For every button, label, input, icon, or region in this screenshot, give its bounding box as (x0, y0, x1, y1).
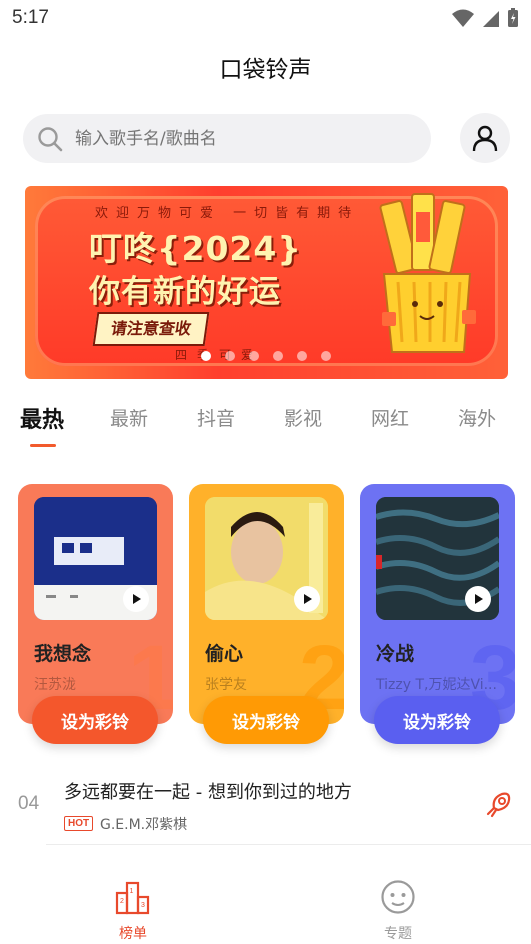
banner-dot[interactable] (201, 351, 211, 361)
song-title: 偷心 (205, 643, 244, 665)
play-button[interactable] (123, 586, 149, 612)
set-ringback-button[interactable]: 设为彩铃 (374, 696, 500, 744)
play-button[interactable] (294, 586, 320, 612)
banner-cta-button[interactable]: 请注意查收 (92, 312, 210, 346)
album-cover (34, 497, 157, 620)
wifi-icon (452, 9, 474, 27)
play-icon (475, 594, 483, 604)
album-cover (376, 497, 499, 620)
user-icon (472, 125, 498, 152)
set-ringback-button[interactable]: 设为彩铃 (203, 696, 329, 744)
list-item[interactable]: 04 多远都要在一起 - 想到你到过的地方 HOT G.E.M.邓紫棋 (0, 764, 531, 844)
search-input[interactable] (73, 127, 397, 150)
tab-influencer[interactable]: 网红 (371, 404, 409, 431)
tab-newest[interactable]: 最新 (110, 404, 148, 431)
search-icon (37, 126, 63, 152)
status-icons (451, 8, 519, 28)
banner-pagination (201, 351, 331, 361)
top-song-card-3[interactable]: 3 冷战 Tizzy T,万妮达Vi... (360, 484, 515, 724)
banner-dot[interactable] (297, 351, 307, 361)
song-title: 冷战 (376, 643, 415, 665)
svg-text:1: 1 (130, 888, 134, 895)
play-icon (304, 594, 312, 604)
battery-icon (508, 8, 518, 27)
banner-dot[interactable] (273, 351, 283, 361)
play-button[interactable] (465, 586, 491, 612)
category-tabs: 最热 最新 抖音 影视 网红 海外 (20, 404, 520, 450)
lucky-bag-illustration (379, 193, 476, 353)
nav-label: 榜单 (119, 926, 147, 942)
song-title: 多远都要在一起 - 想到你到过的地方 (64, 782, 352, 803)
nav-label: 专题 (384, 926, 412, 942)
tab-hottest[interactable]: 最热 (20, 402, 64, 434)
banner-dot[interactable] (225, 351, 235, 361)
search-bar[interactable] (23, 114, 431, 163)
tab-overseas[interactable]: 海外 (458, 404, 496, 431)
song-title: 我想念 (34, 643, 92, 665)
promo-banner[interactable]: 欢迎万物可爱 一切皆有期待 叮咚{2024} 你有新的好运 请注意查收 四季可爱 (25, 186, 508, 379)
signal-icon (483, 11, 499, 27)
tab-film-tv[interactable]: 影视 (284, 404, 322, 431)
svg-text:3: 3 (141, 902, 145, 909)
nav-topics[interactable]: 专题 (358, 879, 438, 943)
nav-charts[interactable]: 1 2 3 榜单 (93, 879, 173, 943)
album-cover (205, 497, 328, 620)
set-ringback-button[interactable]: 设为彩铃 (32, 696, 158, 744)
song-artist: 汪苏泷 (34, 677, 76, 693)
rank-index: 04 (18, 793, 40, 814)
ringtone-icon[interactable] (482, 788, 514, 820)
active-tab-indicator (30, 444, 56, 447)
banner-headline: 叮咚{2024} (89, 229, 302, 268)
svg-text:2: 2 (120, 898, 124, 905)
banner-dot[interactable] (249, 351, 259, 361)
song-artist: G.E.M.邓紫棋 (100, 817, 188, 833)
status-bar: 5:17 (0, 0, 531, 36)
user-profile-button[interactable] (460, 113, 510, 163)
song-artist: Tizzy T,万妮达Vi... (376, 677, 497, 693)
smiley-icon (381, 880, 415, 914)
status-time: 5:17 (12, 7, 49, 28)
tab-douyin[interactable]: 抖音 (197, 404, 235, 431)
podium-icon: 1 2 3 (115, 881, 150, 915)
hot-badge: HOT (64, 816, 94, 831)
banner-subheadline: 你有新的好运 (89, 274, 281, 310)
top-song-card-2[interactable]: 2 偷心 张学友 (189, 484, 344, 724)
banner-top-text: 欢迎万物可爱 一切皆有期待 (95, 206, 360, 221)
app-title: 口袋铃声 (219, 57, 312, 83)
song-artist: 张学友 (205, 677, 247, 693)
top-song-card-1[interactable]: 1 我想念 汪苏泷 (18, 484, 173, 724)
play-icon (133, 594, 141, 604)
bottom-navigation: 1 2 3 榜单 专题 (0, 845, 531, 944)
banner-dot[interactable] (321, 351, 331, 361)
